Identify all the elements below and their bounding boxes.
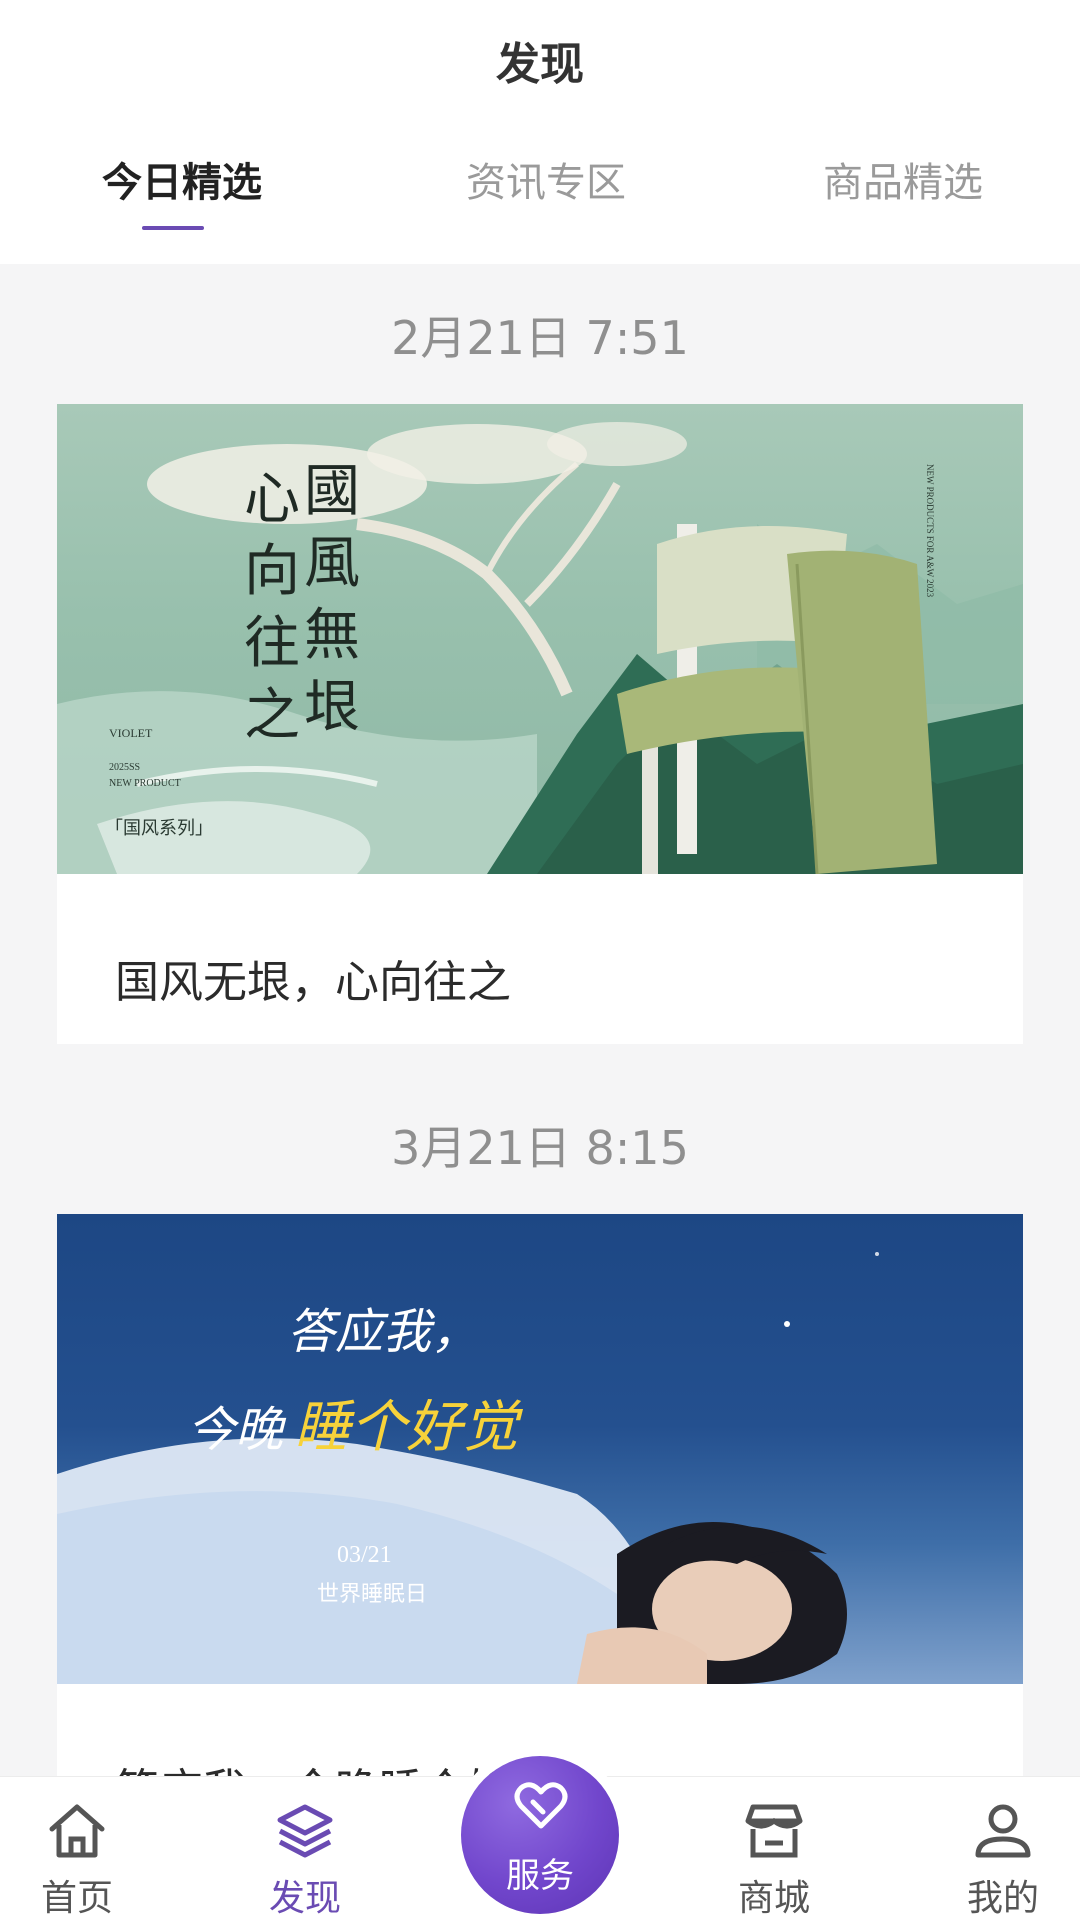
landscape-illustration bbox=[57, 422, 1023, 874]
tab-products[interactable]: 商品精选 bbox=[723, 150, 1080, 208]
nav-me-label: 我的 bbox=[966, 1878, 1039, 1919]
header: 发现 今日精选 资讯专区 商品精选 bbox=[0, 0, 1080, 264]
nav-mall[interactable]: 商城 bbox=[694, 1777, 854, 1921]
nav-discover[interactable]: 发现 bbox=[225, 1777, 385, 1921]
page-title: 发现 bbox=[496, 39, 584, 90]
feed-list[interactable]: 2月21日 7:51 心 向 往 之 國 風 無 垠 VIOLET 2025SS… bbox=[0, 264, 1080, 1776]
feed-card[interactable]: 心 向 往 之 國 風 無 垠 VIOLET 2025SS NEW PRODUC… bbox=[57, 404, 1023, 1044]
card-caption: 答应我，今晚睡个好觉 bbox=[115, 1754, 555, 1776]
nav-home-label: 首页 bbox=[40, 1878, 113, 1919]
service-button[interactable]: 服务 bbox=[461, 1756, 619, 1914]
card-image-guofeng: 心 向 往 之 國 風 無 垠 VIOLET 2025SS NEW PRODUC… bbox=[57, 404, 1023, 874]
service-label: 服务 bbox=[506, 1856, 574, 1896]
feed-date: 2月21日 7:51 bbox=[391, 311, 689, 365]
feed-card[interactable]: 答应我， 今晚 睡个好觉 03/21 世界睡眠日 答应我，今晚睡个好觉 bbox=[57, 1214, 1023, 1776]
card-caption: 国风无垠，心向往之 bbox=[115, 957, 511, 1008]
tab-bar: 今日精选 资讯专区 商品精选 bbox=[0, 150, 1080, 240]
nav-mall-label: 商城 bbox=[737, 1878, 810, 1919]
series-code: 2025SS bbox=[109, 762, 141, 773]
store-icon bbox=[745, 1804, 803, 1858]
tab-active-indicator bbox=[142, 226, 204, 230]
new-product-text: NEW PRODUCT bbox=[109, 778, 181, 789]
brand-text: VIOLET bbox=[109, 726, 153, 740]
heart-icon bbox=[514, 1782, 568, 1829]
nav-discover-label: 发现 bbox=[268, 1878, 341, 1919]
headline-line1: 答应我， bbox=[287, 1304, 480, 1360]
feed-date: 3月21日 8:15 bbox=[391, 1121, 689, 1175]
vertical-text-right: 國 風 無 垠 bbox=[304, 459, 360, 740]
tab-news[interactable]: 资讯专区 bbox=[366, 150, 726, 208]
nav-me[interactable]: 我的 bbox=[923, 1777, 1080, 1921]
event-name: 世界睡眠日 bbox=[317, 1582, 428, 1607]
event-date: 03/21 bbox=[337, 1542, 392, 1568]
series-tag: 「国风系列」 bbox=[105, 818, 213, 838]
nav-home[interactable]: 首页 bbox=[0, 1777, 157, 1921]
tab-today-picks[interactable]: 今日精选 bbox=[2, 150, 362, 208]
layers-icon bbox=[277, 1804, 333, 1858]
home-icon bbox=[49, 1804, 105, 1858]
side-text: NEW PRODUCTS FOR A&W 2023 bbox=[925, 464, 935, 598]
user-icon bbox=[975, 1804, 1031, 1858]
headline-line2: 今晚 睡个好觉 bbox=[187, 1395, 519, 1460]
card-image-sleep-day: 答应我， 今晚 睡个好觉 03/21 世界睡眠日 bbox=[57, 1214, 1023, 1684]
